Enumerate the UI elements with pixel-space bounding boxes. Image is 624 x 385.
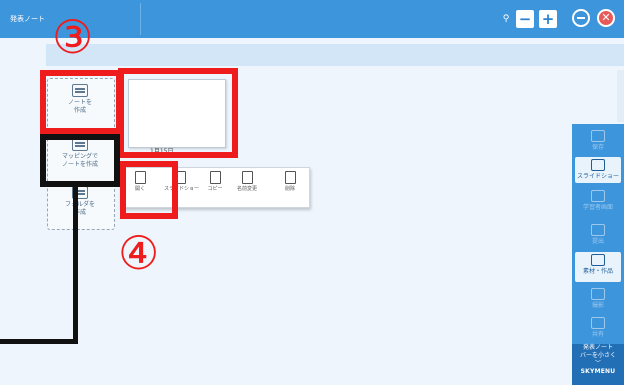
search-icon[interactable]: ⚲ [500, 12, 512, 26]
menu-item-rename[interactable]: 名前変更 [231, 171, 263, 193]
highlight-create-note [40, 70, 122, 134]
side-item-submit[interactable]: 提出 [575, 222, 621, 248]
save-icon [591, 130, 605, 142]
app-title: 発表ノート [10, 15, 45, 23]
side-footer[interactable]: 発表ノート バーを小さく ﹀ SKYMENU [572, 344, 624, 385]
grid-icon [591, 190, 605, 202]
create-folder-label: フォルダを 作成 [64, 201, 95, 216]
scrollbar[interactable] [617, 70, 624, 122]
side-item-share[interactable]: 共有 [575, 315, 621, 341]
side-item-label: 素材・作品 [582, 268, 613, 275]
menu-item-delete[interactable]: 削除 [274, 171, 306, 193]
highlight-open [120, 161, 178, 219]
submit-icon [591, 224, 605, 236]
menu-item-label: コピー [207, 186, 223, 192]
menu-item-label: 削除 [284, 186, 295, 192]
breadcrumb-bar [46, 44, 624, 66]
side-item-label: スライドショー [576, 173, 619, 180]
create-folder-button[interactable]: フォルダを 作成 [52, 186, 108, 217]
close-button[interactable]: ✕ [597, 9, 615, 27]
side-item-save[interactable]: 保存 [575, 128, 621, 154]
minimize-button[interactable] [572, 9, 590, 27]
materials-icon [591, 254, 605, 266]
side-item-learner-screen[interactable]: 学習者画面 [575, 188, 621, 214]
side-item-slideshow[interactable]: スライドショー [575, 157, 621, 183]
footer-title: 発表ノート [582, 344, 613, 351]
menu-item-copy[interactable]: コピー [199, 171, 231, 193]
side-item-label: 学習者画面 [582, 204, 613, 211]
highlight-note-card [118, 68, 238, 158]
step-number-3: ③ [52, 10, 94, 64]
side-item-label: 保存 [591, 144, 604, 151]
menu-item-label: 名前変更 [236, 186, 257, 192]
trash-icon [284, 171, 296, 184]
step-number-4: ④ [118, 226, 160, 280]
share-icon [591, 317, 605, 329]
side-item-label: 撮影 [591, 302, 604, 309]
rename-icon [241, 171, 253, 184]
pointer-line [0, 339, 78, 344]
side-item-label: 共有 [591, 331, 604, 338]
zoom-in-button[interactable]: + [539, 10, 557, 28]
chevron-down-icon: ﹀ [594, 360, 601, 367]
camera-icon [591, 288, 605, 300]
highlight-mapping [40, 134, 120, 187]
title-divider [140, 3, 141, 35]
pointer-line [73, 183, 78, 344]
slideshow-icon [591, 159, 605, 171]
copy-icon [209, 171, 221, 184]
side-item-materials[interactable]: 素材・作品 [575, 252, 621, 282]
zoom-out-button[interactable]: − [516, 10, 534, 28]
side-item-label: 提出 [591, 238, 604, 245]
shrink-bar-button[interactable]: バーを小さく [572, 352, 624, 360]
brand-logo: SKYMENU [580, 368, 616, 375]
side-item-capture[interactable]: 撮影 [575, 286, 621, 312]
